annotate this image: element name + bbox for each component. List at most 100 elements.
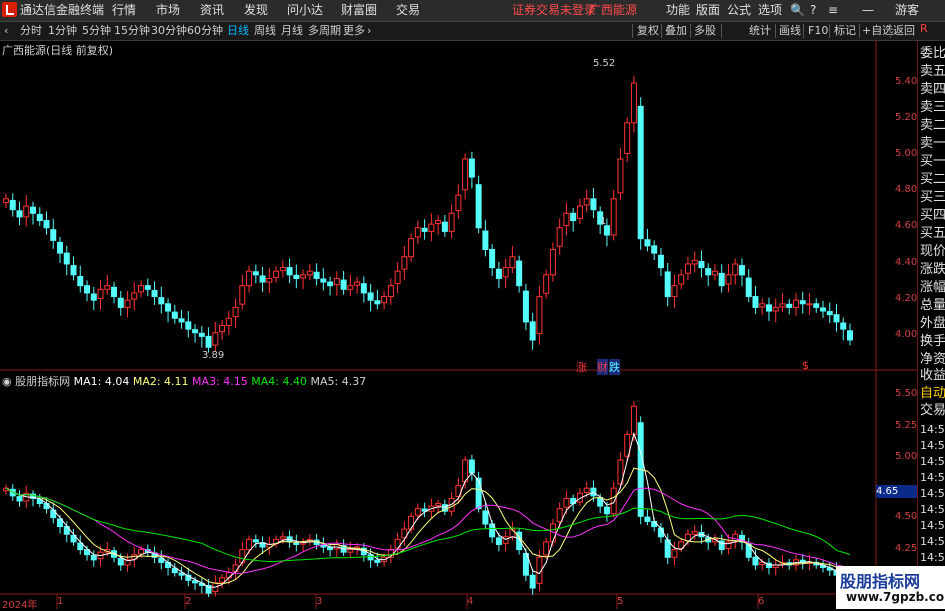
trade-label[interactable]: 交易	[920, 403, 945, 419]
draw-button[interactable]: 画线	[779, 22, 801, 40]
menu-market[interactable]: 市场	[156, 0, 180, 21]
marker-finance[interactable]: 财	[597, 359, 608, 375]
panel-item: 卖五	[920, 64, 945, 79]
ma2-value: MA2: 4.11	[132, 375, 189, 388]
tab-more[interactable]: 更多	[343, 22, 365, 40]
tab-monthly[interactable]: 月线	[281, 22, 303, 40]
menu-bar: 通达信金融终端 行情 市场 资讯 发现 问小达 财富圈 交易 证券交易未登录 广…	[0, 0, 945, 22]
back-button[interactable]: 返回	[893, 22, 915, 40]
mark-button[interactable]: 标记	[834, 22, 856, 40]
candle	[455, 184, 462, 219]
candle	[826, 302, 833, 323]
app-logo-icon	[2, 2, 17, 17]
minimize-icon[interactable]: —	[862, 0, 874, 21]
candle	[833, 303, 840, 332]
marker-fall[interactable]: 跌	[609, 359, 620, 375]
tab-60min[interactable]: 60分钟	[187, 22, 223, 40]
login-status[interactable]: 证券交易未登录	[512, 0, 596, 21]
tab-1min[interactable]: 1分钟	[48, 22, 77, 40]
candle	[745, 537, 752, 562]
candle	[232, 298, 239, 328]
indicator-name[interactable]: 股朋指标网	[15, 375, 70, 388]
more-chevron-icon[interactable]: ›	[367, 22, 371, 40]
candle	[185, 311, 192, 338]
multi-stock-button[interactable]: 多股	[694, 22, 716, 40]
tab-weekly[interactable]: 周线	[254, 22, 276, 40]
tab-5min[interactable]: 5分钟	[82, 22, 111, 40]
kline-chart[interactable]	[0, 40, 917, 609]
candle	[516, 255, 523, 293]
menu-formula[interactable]: 公式	[727, 0, 751, 21]
help-icon[interactable]: ?	[810, 0, 816, 21]
candle	[786, 298, 793, 315]
candle	[3, 193, 9, 208]
tab-timeshare[interactable]: 分时	[20, 22, 42, 40]
candle	[293, 534, 300, 552]
candle	[219, 573, 226, 588]
candle	[16, 201, 23, 226]
menu-options[interactable]: 选项	[758, 0, 782, 21]
candle	[570, 207, 577, 232]
tab-15min[interactable]: 15分钟	[114, 22, 150, 40]
high-label: 5.52	[593, 58, 616, 69]
r-icon[interactable]: R	[920, 22, 928, 35]
menu-icon[interactable]: ≡	[828, 0, 838, 21]
candle	[678, 269, 685, 290]
menu-wealth[interactable]: 财富圈	[341, 0, 377, 21]
candle	[725, 263, 732, 293]
candle	[590, 187, 597, 219]
candle	[705, 263, 712, 287]
auto-trade-toggle[interactable]: 自动	[920, 386, 945, 402]
menu-quotes[interactable]: 行情	[112, 0, 136, 21]
candle	[327, 276, 334, 296]
candle	[421, 502, 428, 518]
period-toolbar: ‹ 分时 1分钟 5分钟 15分钟 30分钟 60分钟 日线 周线 月线 多周期…	[0, 22, 945, 41]
menu-trade[interactable]: 交易	[396, 0, 420, 21]
candle	[765, 297, 772, 321]
tick-time: 14:56	[920, 519, 945, 532]
overlay-button[interactable]: 叠加	[665, 22, 687, 40]
menu-discover[interactable]: 发现	[244, 0, 268, 21]
candle	[408, 233, 415, 263]
candle	[421, 219, 428, 240]
candle	[738, 258, 745, 287]
candle	[657, 248, 664, 276]
f10-button[interactable]: F10	[808, 22, 828, 40]
menu-layout[interactable]: 版面	[696, 0, 720, 21]
tab-30min[interactable]: 30分钟	[151, 22, 187, 40]
candle	[684, 256, 691, 281]
candle	[502, 258, 509, 289]
menu-function[interactable]: 功能	[666, 0, 690, 21]
candle	[333, 539, 340, 557]
tab-daily[interactable]: 日线	[227, 22, 249, 40]
candle	[205, 327, 212, 353]
panel-item: 卖四	[920, 82, 945, 97]
candle	[219, 320, 226, 340]
search-icon[interactable]: 🔍	[790, 0, 805, 21]
collapse-icon[interactable]: ‹	[4, 22, 8, 40]
tick-time: 14:56	[920, 503, 945, 516]
x-month-4: 4	[467, 596, 474, 607]
candle	[57, 236, 64, 263]
menu-ask[interactable]: 问小达	[287, 0, 323, 21]
candle	[381, 291, 388, 310]
guest-label[interactable]: 游客	[895, 0, 919, 21]
candle	[718, 534, 725, 555]
add-watchlist-button[interactable]: +自选	[862, 22, 893, 40]
candle	[482, 220, 489, 257]
candle	[543, 269, 550, 299]
candle	[9, 193, 16, 217]
stats-button[interactable]: 统计	[749, 22, 771, 40]
panel-item: 涨跌	[920, 262, 945, 277]
candle	[799, 291, 806, 314]
tab-multi-period[interactable]: 多周期	[308, 22, 341, 40]
candle	[819, 300, 826, 318]
candle	[475, 175, 482, 234]
marker-rise[interactable]: 涨	[576, 359, 587, 375]
marker-dollar[interactable]: $	[802, 359, 809, 372]
candle	[448, 204, 455, 239]
menu-news[interactable]: 资讯	[200, 0, 224, 21]
candle	[97, 280, 104, 310]
adjust-button[interactable]: 复权	[637, 22, 659, 40]
indicator-toggle-icon[interactable]: ◉	[2, 375, 12, 388]
